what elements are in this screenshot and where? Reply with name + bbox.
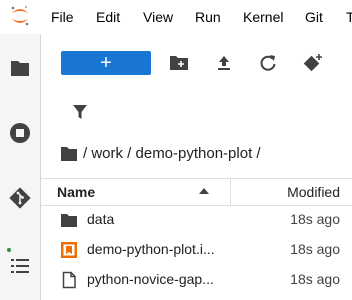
column-header-name[interactable]: Name bbox=[57, 184, 95, 200]
sort-ascending-icon[interactable] bbox=[199, 188, 209, 194]
file-name: python-novice-gap... bbox=[87, 271, 214, 287]
git-clone-icon[interactable] bbox=[303, 53, 323, 73]
upload-icon[interactable] bbox=[214, 53, 234, 73]
menu-run[interactable]: Run bbox=[195, 9, 221, 25]
table-of-contents-icon[interactable] bbox=[9, 255, 31, 277]
list-item[interactable]: data 18s ago bbox=[40, 205, 352, 235]
menu-file[interactable]: File bbox=[51, 9, 74, 25]
file-name: demo-python-plot.i... bbox=[87, 241, 215, 257]
file-list-header: Name Modified bbox=[40, 178, 352, 206]
refresh-icon[interactable] bbox=[258, 53, 278, 73]
file-modified: 18s ago bbox=[290, 211, 340, 227]
file-browser-toolbar: + bbox=[40, 34, 352, 94]
file-modified: 18s ago bbox=[290, 241, 340, 257]
menu-bar: File Edit View Run Kernel Git T bbox=[0, 0, 352, 34]
running-sessions-icon[interactable] bbox=[9, 122, 31, 144]
left-sidebar bbox=[0, 34, 41, 300]
file-modified: 18s ago bbox=[290, 271, 340, 287]
filter-icon[interactable] bbox=[71, 103, 89, 121]
new-launcher-button[interactable]: + bbox=[61, 51, 151, 75]
breadcrumb-path[interactable]: / work / demo-python-plot / bbox=[83, 145, 261, 162]
notebook-icon bbox=[61, 242, 77, 258]
home-folder-icon[interactable] bbox=[60, 146, 78, 162]
file-icon bbox=[62, 271, 76, 289]
folder-icon[interactable] bbox=[9, 57, 31, 79]
column-divider[interactable] bbox=[230, 179, 231, 205]
list-item[interactable]: demo-python-plot.i... 18s ago bbox=[7, 235, 352, 265]
new-folder-icon[interactable] bbox=[169, 53, 189, 73]
folder-icon bbox=[61, 214, 77, 227]
jupyter-logo-icon[interactable] bbox=[9, 5, 31, 27]
list-item[interactable]: python-novice-gap... 18s ago bbox=[40, 265, 352, 295]
plus-icon: + bbox=[100, 52, 112, 74]
menu-git[interactable]: Git bbox=[305, 9, 323, 25]
column-header-modified[interactable]: Modified bbox=[287, 184, 340, 200]
menu-kernel[interactable]: Kernel bbox=[243, 9, 283, 25]
menu-edit[interactable]: Edit bbox=[96, 9, 120, 25]
git-icon[interactable] bbox=[9, 187, 31, 209]
running-indicator bbox=[7, 248, 11, 252]
menu-view[interactable]: View bbox=[143, 9, 173, 25]
menu-tabs[interactable]: T bbox=[346, 9, 352, 25]
file-name: data bbox=[87, 211, 115, 227]
